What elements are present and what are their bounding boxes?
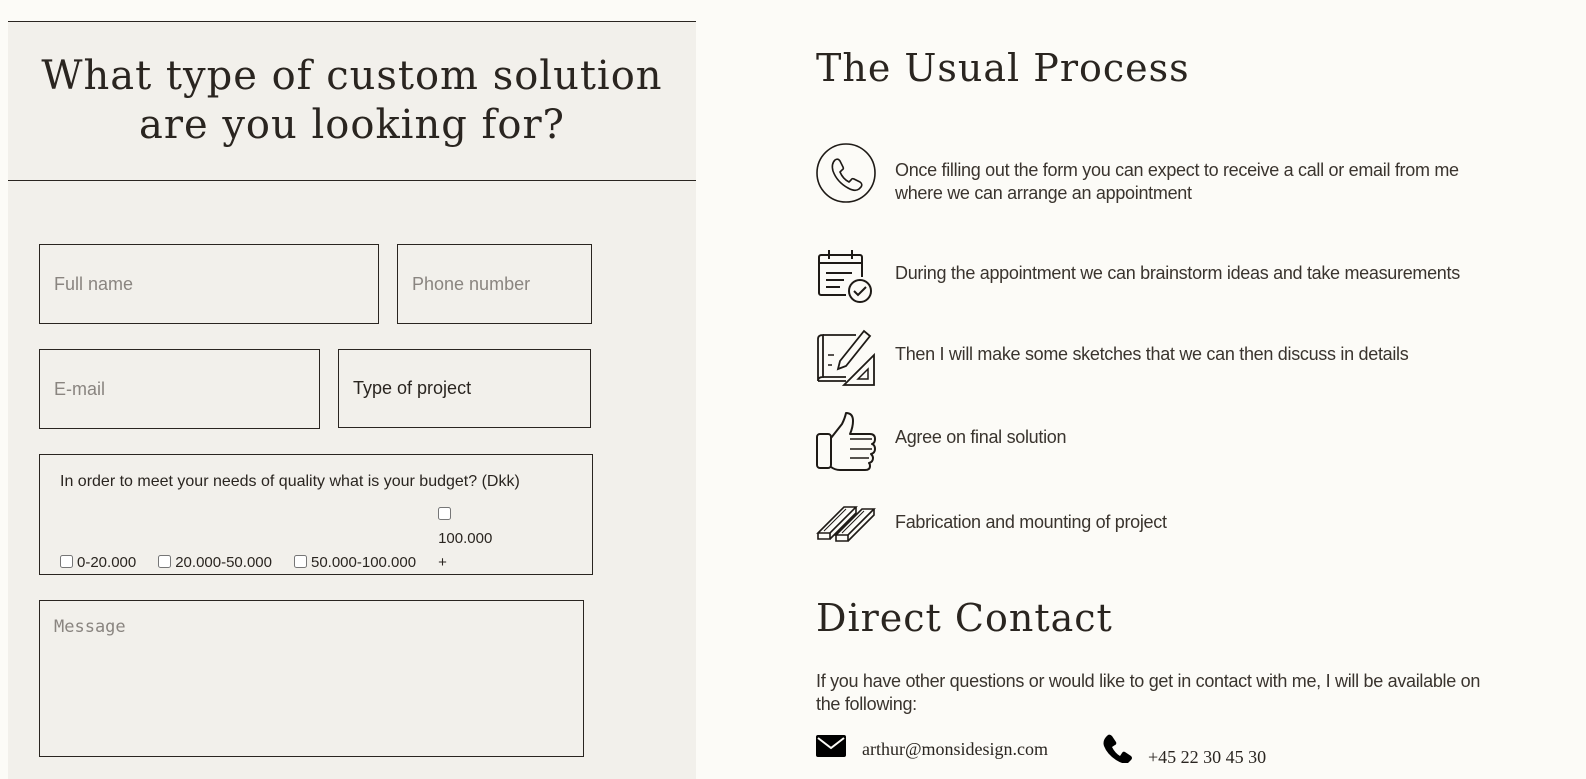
process-step-2: During the appointment we can brainstorm… (816, 249, 1516, 313)
info-column: The Usual Process Once filling out the f… (816, 0, 1576, 778)
process-step-text: During the appointment we can brainstorm… (895, 263, 1460, 283)
full-name-input[interactable] (39, 244, 379, 324)
form-title: What type of custom solution are you loo… (41, 53, 663, 148)
contact-phone[interactable]: +45 22 30 45 30 (1102, 733, 1302, 773)
wood-planks-icon (816, 495, 878, 557)
email-input[interactable] (39, 349, 320, 429)
phone-icon (1102, 733, 1132, 768)
message-textarea[interactable] (39, 600, 584, 757)
contact-form-panel: What type of custom solution are you loo… (8, 21, 696, 779)
process-title: The Usual Process (816, 46, 1190, 90)
process-step-3: Then I will make some sketches that we c… (816, 327, 1516, 391)
budget-checkbox[interactable] (158, 555, 172, 568)
budget-option-100000-plus[interactable]: 100.000 + (438, 503, 500, 575)
process-step-text: Fabrication and mounting of project (895, 512, 1167, 532)
project-type-input[interactable] (338, 349, 591, 428)
title-divider (8, 180, 696, 181)
process-step-5: Fabrication and mounting of project (816, 495, 1516, 559)
contact-intro: If you have other questions or would lik… (816, 671, 1481, 714)
contact-phone-text[interactable]: +45 22 30 45 30 (1148, 747, 1266, 768)
budget-selector: In order to meet your needs of quality w… (39, 454, 593, 575)
thumbs-up-icon (816, 412, 878, 474)
process-step-1: Once filling out the form you can expect… (816, 143, 1516, 207)
contact-email-text[interactable]: arthur@monsidesign.com (862, 739, 1048, 760)
contact-title: Direct Contact (816, 596, 1113, 640)
calendar-check-icon (816, 249, 878, 311)
process-step-text: Once filling out the form you can expect… (895, 160, 1459, 203)
process-step-4: Agree on final solution (816, 412, 1516, 476)
process-step-text: Then I will make some sketches that we c… (895, 344, 1409, 364)
budget-question: In order to meet your needs of quality w… (60, 473, 520, 490)
blueprint-pencil-icon (816, 327, 878, 389)
budget-checkbox[interactable] (60, 555, 73, 568)
budget-option-0-20000[interactable]: 0-20.000 (60, 551, 136, 575)
envelope-icon (816, 735, 846, 762)
process-step-text: Agree on final solution (895, 427, 1067, 447)
phone-circle-icon (816, 143, 878, 205)
budget-checkbox[interactable] (293, 555, 307, 568)
budget-option-50000-100000[interactable]: 50.000-100.000 (293, 551, 416, 575)
budget-checkbox[interactable] (438, 507, 452, 520)
budget-options: 0-20.000 20.000-50.000 50.000-100.000 100.0… (60, 503, 572, 575)
budget-option-20000-50000[interactable]: 20.000-50.000 (158, 551, 272, 575)
contact-email[interactable]: arthur@monsidesign.com (816, 733, 1076, 773)
phone-number-input[interactable] (397, 244, 592, 324)
